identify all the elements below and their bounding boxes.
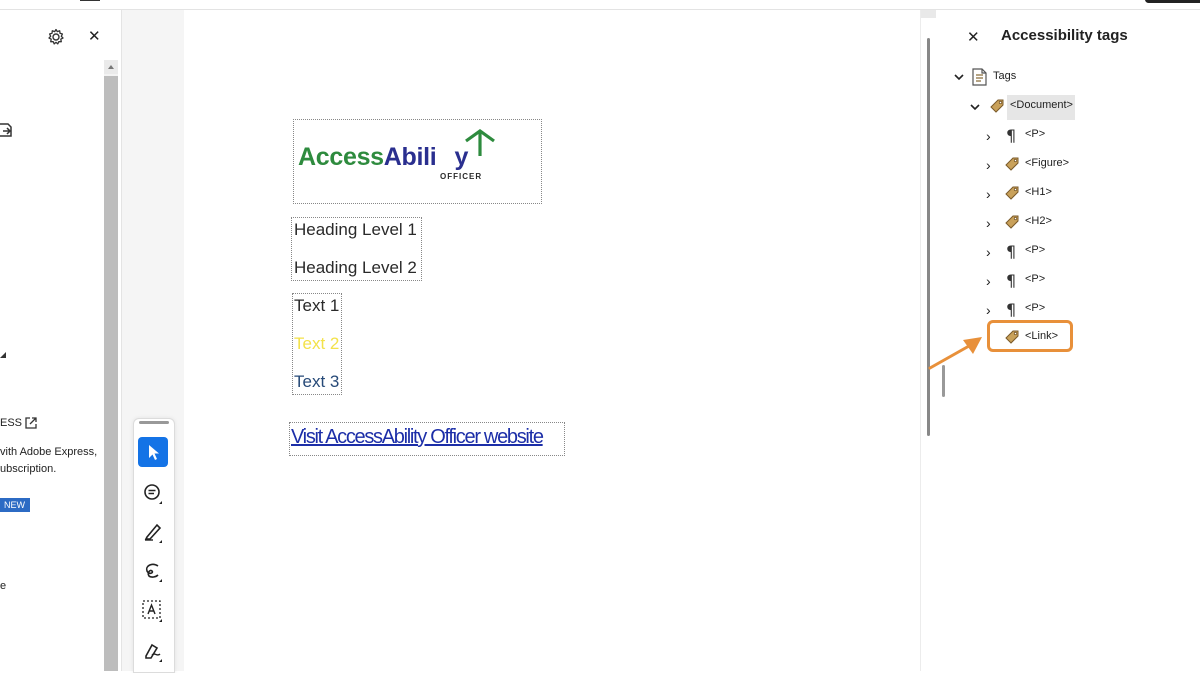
express-description-line2: ubscription. bbox=[0, 463, 57, 475]
paragraph-icon: ¶ bbox=[1006, 300, 1017, 319]
tag-icon bbox=[1004, 329, 1019, 344]
chevron-right-icon[interactable]: › bbox=[986, 186, 991, 202]
h1-tag-label[interactable]: <H1> bbox=[1025, 186, 1052, 198]
tag-icon bbox=[1004, 185, 1019, 200]
toolbar-drag-handle[interactable] bbox=[139, 421, 169, 424]
chevron-right-icon[interactable]: › bbox=[986, 128, 991, 144]
figure-tag-label[interactable]: <Figure> bbox=[1025, 157, 1069, 169]
logo-abili-text: Abili bbox=[383, 143, 437, 171]
select-tool-button[interactable] bbox=[138, 437, 168, 467]
logo-subtitle: OFFICER bbox=[440, 172, 483, 181]
express-description-line1: vith Adobe Express, bbox=[0, 446, 98, 458]
document-scroll-thumb[interactable] bbox=[927, 38, 930, 436]
collapse-caret-icon bbox=[0, 345, 6, 358]
website-link[interactable]: Visit AccessAbility Officer website bbox=[291, 426, 544, 449]
tag-icon bbox=[1004, 214, 1019, 229]
tag-icon bbox=[1004, 156, 1019, 171]
sign-tool-button[interactable] bbox=[138, 636, 168, 666]
text-box-tool-button[interactable] bbox=[138, 596, 168, 626]
document-tag-label[interactable]: <Document> bbox=[1010, 99, 1073, 111]
document-scroll-up[interactable] bbox=[921, 10, 936, 18]
p-tag-label[interactable]: <P> bbox=[1025, 128, 1045, 140]
accessability-logo: AccessAbili y bbox=[298, 143, 468, 172]
chevron-right-icon[interactable]: › bbox=[986, 273, 991, 289]
new-badge: NEW bbox=[0, 498, 30, 512]
settings-gear-icon[interactable] bbox=[46, 27, 66, 47]
logo-arrow-icon bbox=[463, 129, 499, 157]
tags-panel-close-icon[interactable]: ✕ bbox=[967, 28, 980, 46]
heading-level-1: Heading Level 1 bbox=[294, 220, 417, 239]
heading-level-2: Heading Level 2 bbox=[294, 258, 417, 277]
left-scroll-up-arrow[interactable] bbox=[104, 60, 118, 74]
annotation-arrow-icon bbox=[925, 332, 987, 372]
chevron-right-icon[interactable]: › bbox=[986, 157, 991, 173]
draw-freeform-tool-button[interactable] bbox=[138, 556, 168, 586]
external-link-icon[interactable] bbox=[25, 416, 37, 429]
link-tag-label[interactable]: <Link> bbox=[1025, 330, 1058, 342]
p-tag-label[interactable]: <P> bbox=[1025, 273, 1045, 285]
top-tick bbox=[80, 0, 100, 1]
export-icon[interactable] bbox=[0, 122, 14, 138]
left-panel-close-icon[interactable]: ✕ bbox=[88, 27, 101, 45]
top-right-control[interactable] bbox=[1145, 0, 1200, 3]
text-2: Text 2 bbox=[294, 334, 340, 353]
chevron-down-icon[interactable] bbox=[953, 70, 965, 82]
tags-root-icon bbox=[972, 68, 988, 86]
chevron-right-icon[interactable]: › bbox=[986, 244, 991, 260]
chevron-right-icon[interactable]: › bbox=[986, 215, 991, 231]
tags-root-label[interactable]: Tags bbox=[993, 70, 1016, 82]
paragraph-icon: ¶ bbox=[1006, 271, 1017, 290]
text-1: Text 1 bbox=[294, 296, 340, 315]
text-3: Text 3 bbox=[294, 372, 340, 391]
highlight-pen-tool-button[interactable] bbox=[138, 517, 168, 547]
p-tag-label[interactable]: <P> bbox=[1025, 302, 1045, 314]
p-tag-label[interactable]: <P> bbox=[1025, 244, 1045, 256]
tag-icon bbox=[989, 98, 1004, 113]
express-label: ESS bbox=[0, 417, 23, 429]
logo-access-text: Access bbox=[298, 143, 384, 171]
paragraph-icon: ¶ bbox=[1006, 242, 1017, 261]
left-scroll-thumb[interactable] bbox=[104, 76, 118, 671]
h2-tag-label[interactable]: <H2> bbox=[1025, 215, 1052, 227]
left-panel-text: e bbox=[0, 580, 7, 592]
chevron-down-icon[interactable] bbox=[969, 100, 981, 112]
panel-title: Accessibility tags bbox=[1001, 27, 1128, 44]
chevron-right-icon[interactable]: › bbox=[986, 302, 991, 318]
comment-tool-button[interactable] bbox=[138, 478, 168, 508]
paragraph-icon: ¶ bbox=[1006, 126, 1017, 145]
